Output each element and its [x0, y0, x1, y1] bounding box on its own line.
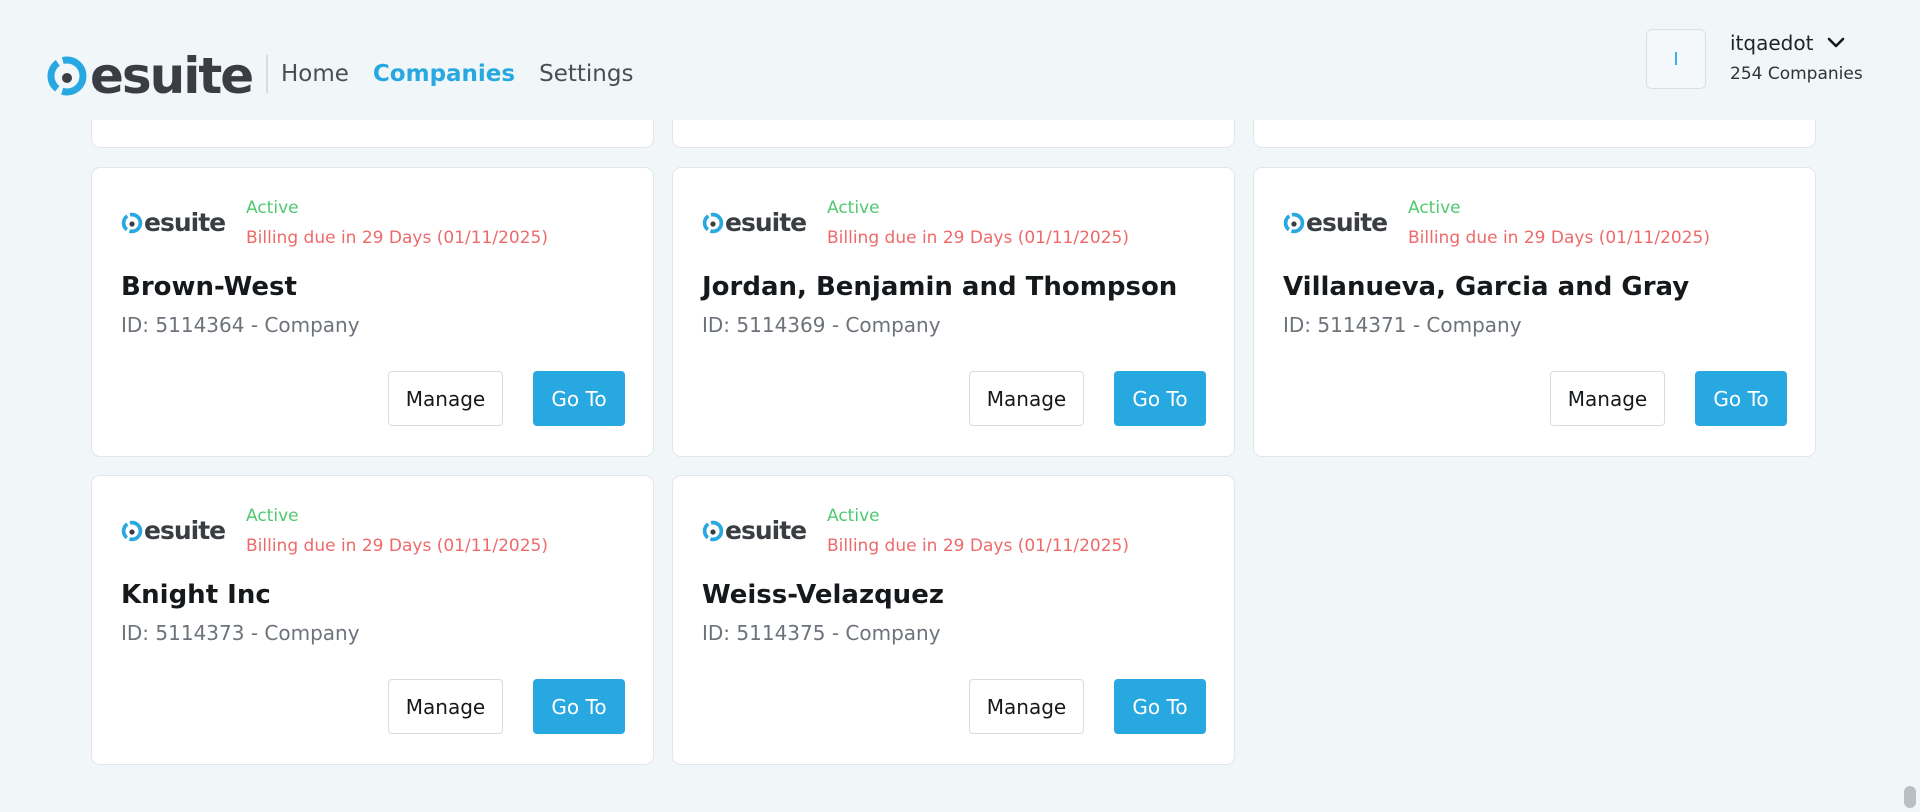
esuite-logo-icon	[1283, 212, 1305, 234]
esuite-logo-icon	[702, 520, 724, 542]
user-menu[interactable]: itqaedot	[1730, 31, 1845, 55]
company-card: esuite Active Billing due in 29 Days (01…	[91, 475, 654, 765]
nav-settings[interactable]: Settings	[539, 58, 633, 90]
company-name: Weiss-Velazquez	[702, 580, 944, 610]
company-name: Brown-West	[121, 272, 297, 302]
company-id: ID: 5114371 - Company	[1283, 313, 1522, 337]
company-card: esuite Active Billing due in 29 Days (01…	[91, 167, 654, 457]
main-nav: Home Companies Settings	[281, 58, 633, 90]
chevron-down-icon[interactable]	[1827, 37, 1845, 49]
company-card-partial	[1253, 120, 1816, 148]
company-id: ID: 5114364 - Company	[121, 313, 360, 337]
go-to-button[interactable]: Go To	[533, 371, 625, 426]
manage-button[interactable]: Manage	[1550, 371, 1665, 426]
app-logo[interactable]: esuite	[46, 47, 254, 105]
go-to-button[interactable]: Go To	[1114, 371, 1206, 426]
company-logo-text: esuite	[144, 208, 226, 237]
avatar-initial: I	[1673, 48, 1679, 70]
company-card: esuite Active Billing due in 29 Days (01…	[672, 167, 1235, 457]
user-name: itqaedot	[1730, 31, 1814, 55]
nav-home[interactable]: Home	[281, 58, 349, 90]
company-card-partial	[91, 120, 654, 148]
billing-due: Billing due in 29 Days (01/11/2025)	[246, 536, 548, 556]
manage-button[interactable]: Manage	[388, 371, 503, 426]
user-avatar[interactable]: I	[1646, 29, 1706, 89]
company-count: 254 Companies	[1730, 64, 1863, 84]
company-logo: esuite	[1283, 208, 1388, 237]
company-logo-text: esuite	[725, 208, 807, 237]
company-card-partial	[672, 120, 1235, 148]
company-id: ID: 5114369 - Company	[702, 313, 941, 337]
company-id: ID: 5114373 - Company	[121, 621, 360, 645]
esuite-logo-icon	[121, 520, 143, 542]
company-card: esuite Active Billing due in 29 Days (01…	[1253, 167, 1816, 457]
company-logo: esuite	[702, 208, 807, 237]
company-logo: esuite	[121, 208, 226, 237]
billing-due: Billing due in 29 Days (01/11/2025)	[246, 228, 548, 248]
nav-companies[interactable]: Companies	[373, 58, 515, 90]
manage-button[interactable]: Manage	[969, 679, 1084, 734]
go-to-button[interactable]: Go To	[533, 679, 625, 734]
billing-due: Billing due in 29 Days (01/11/2025)	[827, 228, 1129, 248]
company-logo-text: esuite	[725, 516, 807, 545]
manage-button[interactable]: Manage	[969, 371, 1084, 426]
status-badge: Active	[246, 198, 299, 218]
logo-text: esuite	[90, 47, 254, 105]
status-badge: Active	[827, 198, 880, 218]
scrollbar-thumb[interactable]	[1904, 786, 1916, 808]
go-to-button[interactable]: Go To	[1114, 679, 1206, 734]
company-logo-text: esuite	[1306, 208, 1388, 237]
company-logo-text: esuite	[144, 516, 226, 545]
status-badge: Active	[246, 506, 299, 526]
status-badge: Active	[1408, 198, 1461, 218]
manage-button[interactable]: Manage	[388, 679, 503, 734]
company-name: Villanueva, Garcia and Gray	[1283, 272, 1690, 302]
esuite-logo-icon	[702, 212, 724, 234]
company-id: ID: 5114375 - Company	[702, 621, 941, 645]
company-card: esuite Active Billing due in 29 Days (01…	[672, 475, 1235, 765]
company-logo: esuite	[121, 516, 226, 545]
header-divider	[266, 55, 268, 93]
company-logo: esuite	[702, 516, 807, 545]
billing-due: Billing due in 29 Days (01/11/2025)	[1408, 228, 1710, 248]
status-badge: Active	[827, 506, 880, 526]
company-name: Knight Inc	[121, 580, 271, 610]
billing-due: Billing due in 29 Days (01/11/2025)	[827, 536, 1129, 556]
company-name: Jordan, Benjamin and Thompson	[702, 272, 1178, 302]
esuite-logo-icon	[121, 212, 143, 234]
go-to-button[interactable]: Go To	[1695, 371, 1787, 426]
esuite-logo-icon	[47, 56, 87, 96]
top-header: esuite Home Companies Settings I itqaedo…	[0, 0, 1920, 120]
